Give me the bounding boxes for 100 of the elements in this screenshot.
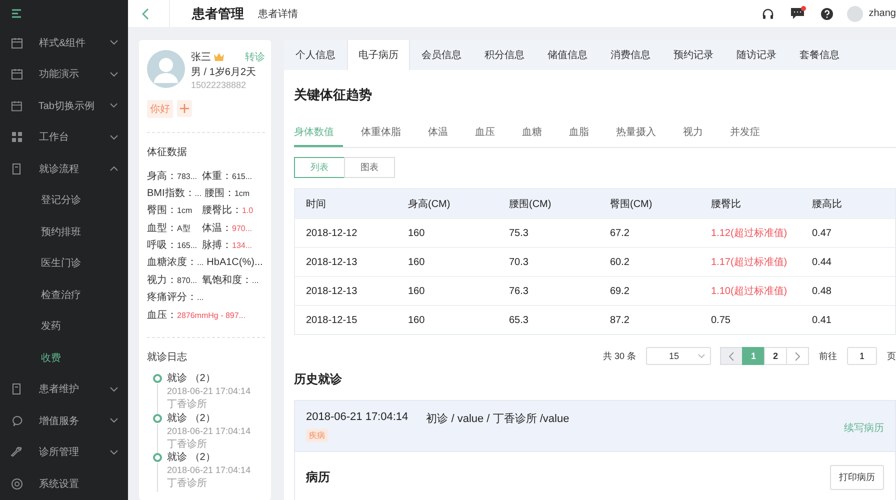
chevron-icon bbox=[698, 354, 705, 358]
vital-item: 臀围：1cm bbox=[147, 204, 194, 218]
log-time: 2018-06-21 17:04:14 bbox=[167, 385, 251, 398]
page-input[interactable]: 1 bbox=[847, 347, 877, 365]
tab[interactable]: 消费信息 bbox=[599, 40, 662, 70]
sub-tab[interactable]: 血脂 bbox=[569, 125, 598, 147]
vital-item: 体重：615... bbox=[202, 170, 254, 183]
sub-tab[interactable]: 体温 bbox=[428, 125, 457, 147]
sub-tab[interactable]: 血压 bbox=[475, 125, 504, 147]
timeline-dot bbox=[153, 374, 162, 384]
sidebar-item[interactable]: 功能演示 bbox=[0, 58, 128, 90]
user-name[interactable]: zhang bbox=[868, 8, 896, 19]
wrench-icon bbox=[11, 446, 23, 458]
sub-tab[interactable]: 热量摄入 bbox=[616, 125, 665, 147]
log-place: 丁香诊所 bbox=[167, 398, 208, 412]
chevron-icon bbox=[110, 166, 118, 172]
sidebar-subitem[interactable]: 发药 bbox=[0, 310, 128, 342]
sidebar-subitem[interactable]: 收费 bbox=[0, 342, 128, 374]
visit-tag: 疾病 bbox=[306, 429, 328, 442]
table-cell-text: 67.2 bbox=[610, 228, 630, 238]
tab[interactable]: 会员信息 bbox=[410, 40, 473, 70]
sidebar-item[interactable]: 患者维护 bbox=[0, 374, 128, 405]
visit-summary: 初诊 / value / 丁香诊所 /value bbox=[426, 412, 570, 426]
tab[interactable]: 随访记录 bbox=[725, 40, 788, 70]
help-icon[interactable] bbox=[820, 8, 833, 20]
chat-icon bbox=[11, 414, 23, 427]
sidebar-item[interactable]: Tab切换示例 bbox=[0, 90, 128, 122]
vital-item: 疼痛评分：... bbox=[147, 290, 204, 304]
chevron-icon bbox=[110, 450, 118, 455]
user-avatar[interactable] bbox=[846, 6, 863, 22]
sub-tab[interactable]: 体重体脂 bbox=[361, 125, 410, 147]
menu-icon[interactable] bbox=[12, 9, 22, 18]
page-unit: 页 bbox=[887, 350, 896, 362]
goto-label: 前往 bbox=[819, 350, 837, 362]
prev-page-button[interactable] bbox=[720, 347, 743, 365]
tab[interactable]: 个人信息 bbox=[284, 40, 347, 70]
tab[interactable]: 电子病历 bbox=[347, 40, 410, 70]
visit-time: 2018-06-21 17:04:14 bbox=[306, 411, 408, 425]
view-toggle[interactable]: 图表 bbox=[344, 157, 395, 178]
chevron-icon bbox=[110, 386, 118, 392]
table-cell-text: 160 bbox=[408, 314, 426, 326]
sub-tab[interactable]: 视力 bbox=[683, 125, 712, 147]
sidebar-item[interactable]: 工作台 bbox=[0, 122, 128, 153]
log-title: 就诊 （2） bbox=[167, 372, 216, 386]
sidebar-item[interactable]: 诊所管理 bbox=[0, 436, 128, 468]
vital-item: 体温：970... bbox=[202, 222, 254, 235]
table-cell-text: 70.3 bbox=[509, 256, 530, 268]
column-header: 腰高比 bbox=[812, 198, 843, 210]
table-cell-text: 2018-12-13 bbox=[306, 256, 358, 268]
page-button[interactable]: 2 bbox=[764, 347, 787, 365]
record-title: 病历 bbox=[306, 469, 330, 486]
page-size-select[interactable]: 15 bbox=[646, 347, 711, 365]
table-cell-text: 69.2 bbox=[610, 286, 630, 296]
tab[interactable]: 储值信息 bbox=[536, 40, 599, 70]
patient-tag: 你好 bbox=[147, 100, 173, 118]
sidebar-subitem[interactable]: 医生门诊 bbox=[0, 248, 128, 279]
sidebar-item[interactable]: 样式&组件 bbox=[0, 27, 128, 58]
table-cell-text: 1.17(超过标准值) bbox=[711, 256, 788, 269]
log-title: 就诊 （2） bbox=[167, 450, 216, 464]
table-cell-text: 2018-12-15 bbox=[306, 314, 358, 326]
table-cell-text: 2018-12-13 bbox=[306, 286, 358, 296]
total-count: 共 30 条 bbox=[602, 350, 636, 362]
calendar-icon bbox=[11, 36, 23, 49]
sub-tab[interactable]: 血糖 bbox=[522, 125, 551, 147]
table-cell-text: 76.3 bbox=[509, 286, 530, 296]
chevron-icon bbox=[110, 418, 118, 424]
sidebar-subitem[interactable]: 预约排班 bbox=[0, 216, 128, 248]
grid-icon bbox=[11, 131, 23, 144]
column-header: 腰臀比 bbox=[711, 198, 742, 210]
vital-item: BMI指数：... bbox=[147, 186, 202, 200]
message-icon[interactable] bbox=[790, 8, 804, 19]
vital-item: 视力：870... bbox=[147, 274, 198, 287]
sidebar-subitem[interactable]: 检查治疗 bbox=[0, 279, 128, 310]
next-page-button[interactable] bbox=[786, 347, 809, 365]
patient-phone: 15022238882 bbox=[191, 80, 248, 90]
headset-icon[interactable] bbox=[762, 8, 774, 20]
sidebar-subitem[interactable]: 登记分诊 bbox=[0, 184, 128, 216]
vital-item: 腰围：1cm bbox=[204, 187, 251, 200]
tab[interactable]: 预约记录 bbox=[662, 40, 725, 70]
log-time: 2018-06-21 17:04:14 bbox=[167, 464, 251, 477]
patient-name: 张三 bbox=[191, 50, 211, 64]
sub-tab[interactable]: 并发症 bbox=[730, 125, 769, 147]
sidebar-item[interactable]: 增值服务 bbox=[0, 405, 128, 436]
back-icon[interactable] bbox=[142, 8, 149, 20]
patient-info: 男 / 1岁6月2天 bbox=[191, 66, 258, 79]
tab[interactable]: 积分信息 bbox=[473, 40, 536, 70]
sidebar-item[interactable]: 就诊流程 bbox=[0, 153, 128, 184]
vital-item: 身高：783... bbox=[147, 170, 198, 183]
table-cell-text: 60.2 bbox=[610, 256, 630, 268]
column-header: 臀围(CM) bbox=[610, 198, 654, 210]
timeline-dot bbox=[153, 414, 162, 422]
table-cell-text: 1.12(超过标准值) bbox=[711, 226, 788, 240]
table-cell-text: 65.3 bbox=[509, 314, 530, 326]
vital-item: 氧饱和度：... bbox=[202, 274, 259, 287]
add-tag-button[interactable] bbox=[177, 100, 192, 117]
column-header: 身高(CM) bbox=[408, 198, 452, 210]
print-button[interactable]: 打印病历 bbox=[830, 465, 884, 490]
section-title: 体征数据 bbox=[147, 146, 188, 159]
tab[interactable]: 套餐信息 bbox=[788, 40, 851, 70]
sidebar-item[interactable]: 系统设置 bbox=[0, 468, 128, 500]
